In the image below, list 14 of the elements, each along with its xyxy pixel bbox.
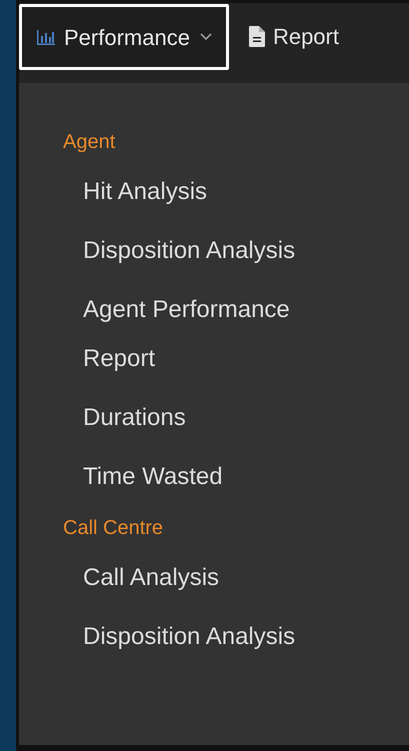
menu-item[interactable]: Agent Performance Report (83, 285, 343, 383)
menu-item[interactable]: Durations (83, 393, 343, 442)
bar-chart-icon (36, 28, 56, 46)
chevron-down-icon (200, 33, 212, 41)
menu-item[interactable]: Call Analysis (83, 553, 343, 602)
menu-item[interactable]: Hit Analysis (83, 167, 343, 216)
document-icon (248, 26, 265, 46)
menu-item[interactable]: Disposition Analysis (83, 612, 343, 661)
menu-item[interactable]: Time Wasted (83, 452, 343, 501)
nav-tab[interactable]: Report (228, 3, 359, 69)
menu-group-heading: Call Centre (63, 516, 164, 541)
menu-item[interactable]: Disposition Analysis (83, 226, 343, 275)
nav-tab[interactable]: Performance (19, 4, 229, 70)
menu-group-heading: Agent (63, 130, 116, 155)
